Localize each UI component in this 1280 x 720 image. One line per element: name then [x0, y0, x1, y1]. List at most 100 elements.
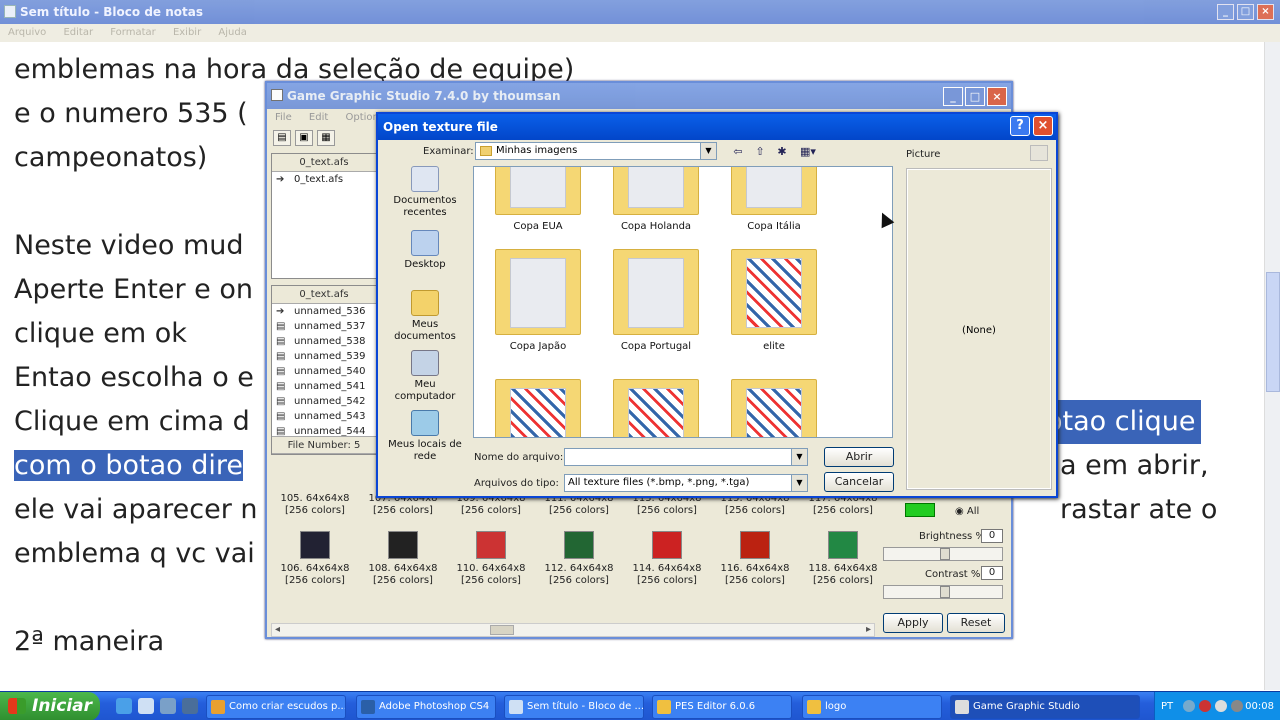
- taskbar-button[interactable]: Adobe Photoshop CS4: [356, 695, 496, 719]
- open-folder-icon[interactable]: ▤: [273, 130, 291, 146]
- preview-toggle-icon[interactable]: [1030, 145, 1048, 161]
- file-list-item[interactable]: ▤ unnamed_541: [272, 379, 376, 394]
- menu-formatar[interactable]: Formatar: [110, 27, 155, 38]
- all-radio[interactable]: ◉ All: [955, 506, 979, 517]
- network-icon[interactable]: [1183, 700, 1195, 712]
- new-folder-icon[interactable]: ✱: [774, 145, 790, 159]
- minimize-button[interactable]: _: [943, 87, 963, 106]
- quicklaunch-icon[interactable]: [182, 698, 198, 714]
- file-list-item[interactable]: ➔ unnamed_536: [272, 304, 376, 319]
- scroll-left-icon[interactable]: ◂: [275, 624, 280, 636]
- texture-thumbnail[interactable]: 112. 64x64x8 [256 colors]: [537, 531, 621, 587]
- filetype-select[interactable]: All texture files (*.bmp, *.png, *.tga) ▼: [564, 474, 808, 492]
- chevron-down-icon[interactable]: ▼: [791, 449, 807, 465]
- reset-button[interactable]: Reset: [947, 613, 1005, 633]
- media-icon[interactable]: [160, 698, 176, 714]
- place-my-computer[interactable]: Meu computador: [384, 350, 466, 403]
- texture-thumbnail[interactable]: 116. 64x64x8 [256 colors]: [713, 531, 797, 587]
- texture-thumbnail[interactable]: 105. 64x64x8 [256 colors]: [273, 461, 357, 517]
- file-list-item[interactable]: ▤ unnamed_542: [272, 394, 376, 409]
- menu-edit[interactable]: Edit: [309, 112, 328, 123]
- security-icon[interactable]: [1199, 700, 1211, 712]
- back-icon[interactable]: ⇦: [730, 145, 746, 159]
- brightness-input[interactable]: 0: [981, 529, 1003, 543]
- close-button[interactable]: ×: [1257, 4, 1274, 20]
- place-network[interactable]: Meus locais de rede: [384, 410, 466, 463]
- thumbnail-colors: [256 colors]: [813, 505, 873, 516]
- contrast-slider[interactable]: [883, 585, 1003, 599]
- menu-file[interactable]: File: [275, 112, 292, 123]
- folder-label: Copa Itália: [747, 221, 801, 232]
- show-desktop-icon[interactable]: [138, 698, 154, 714]
- tree-item[interactable]: ➔ 0_text.afs: [272, 172, 376, 187]
- taskbar-button[interactable]: logo: [802, 695, 942, 719]
- folder-item[interactable]: [606, 379, 706, 437]
- brightness-slider[interactable]: [883, 547, 1003, 561]
- contrast-input[interactable]: 0: [981, 566, 1003, 580]
- menu-exibir[interactable]: Exibir: [173, 27, 201, 38]
- folder-item[interactable]: Copa Holanda: [606, 167, 706, 232]
- taskbar-button[interactable]: PES Editor 6.0.6: [652, 695, 792, 719]
- scroll-thumb[interactable]: [1266, 272, 1280, 392]
- place-desktop[interactable]: Desktop: [384, 230, 466, 271]
- texture-thumbnail[interactable]: 108. 64x64x8 [256 colors]: [361, 531, 445, 587]
- thumbnail-colors: [256 colors]: [461, 505, 521, 516]
- menu-arquivo[interactable]: Arquivo: [8, 27, 46, 38]
- slider-knob[interactable]: [940, 548, 950, 560]
- file-list-item[interactable]: ▤ unnamed_537: [272, 319, 376, 334]
- file-list-item[interactable]: ▤ unnamed_540: [272, 364, 376, 379]
- maximize-button[interactable]: □: [1237, 4, 1254, 20]
- folder-item[interactable]: Copa Itália: [724, 167, 824, 232]
- scroll-right-icon[interactable]: ▸: [866, 624, 871, 636]
- file-list-item[interactable]: ▤ unnamed_538: [272, 334, 376, 349]
- place-recent[interactable]: Documentos recentes: [384, 166, 466, 219]
- thumbnail-hscrollbar[interactable]: ◂ ▸: [271, 623, 875, 637]
- texture-thumbnail[interactable]: 110. 64x64x8 [256 colors]: [449, 531, 533, 587]
- minimize-button[interactable]: _: [1217, 4, 1234, 20]
- chevron-down-icon[interactable]: ▼: [791, 475, 807, 491]
- slider-knob[interactable]: [940, 586, 950, 598]
- thumbnail-colors: [256 colors]: [461, 575, 521, 586]
- taskbar-button[interactable]: Sem título - Bloco de ...: [504, 695, 644, 719]
- menu-ajuda[interactable]: Ajuda: [218, 27, 246, 38]
- texture-thumbnail[interactable]: 118. 64x64x8 [256 colors]: [801, 531, 885, 587]
- file-list-item[interactable]: ▤ unnamed_543: [272, 409, 376, 424]
- open-button[interactable]: Abrir: [824, 447, 894, 467]
- close-button[interactable]: ×: [987, 87, 1007, 106]
- folder-item[interactable]: [724, 379, 824, 437]
- save-icon[interactable]: ▣: [295, 130, 313, 146]
- place-my-documents[interactable]: Meus documentos: [384, 290, 466, 343]
- texture-thumbnail[interactable]: 106. 64x64x8 [256 colors]: [273, 531, 357, 587]
- help-button[interactable]: ?: [1010, 116, 1030, 136]
- apply-button[interactable]: Apply: [883, 613, 943, 633]
- folder-item[interactable]: elite: [724, 249, 824, 352]
- taskbar-button[interactable]: Como criar escudos p...: [206, 695, 346, 719]
- folder-item[interactable]: Copa Portugal: [606, 249, 706, 352]
- ie-icon[interactable]: [116, 698, 132, 714]
- start-button[interactable]: Iniciar: [0, 692, 100, 720]
- view-menu-icon[interactable]: ▦▾: [796, 145, 820, 159]
- scroll-thumb[interactable]: [490, 625, 514, 635]
- volume-icon[interactable]: [1215, 700, 1227, 712]
- up-folder-icon[interactable]: ⇧: [752, 145, 768, 159]
- menu-editar[interactable]: Editar: [63, 27, 93, 38]
- file-list-item[interactable]: ▤ unnamed_539: [272, 349, 376, 364]
- chevron-down-icon[interactable]: ▼: [700, 143, 716, 159]
- cancel-button[interactable]: Cancelar: [824, 472, 894, 492]
- grid-icon[interactable]: ▦: [317, 130, 335, 146]
- folder-item[interactable]: Copa EUA: [488, 167, 588, 232]
- tray-icon[interactable]: [1231, 700, 1243, 712]
- language-indicator[interactable]: PT: [1161, 692, 1173, 720]
- app-icon: [657, 700, 671, 714]
- texture-thumbnail[interactable]: 114. 64x64x8 [256 colors]: [625, 531, 709, 587]
- color-swatch[interactable]: [905, 503, 935, 517]
- maximize-button[interactable]: □: [965, 87, 985, 106]
- filename-input[interactable]: ▼: [564, 448, 808, 466]
- taskbar-button[interactable]: Game Graphic Studio: [950, 695, 1140, 719]
- thumbnail-colors: [256 colors]: [285, 575, 345, 586]
- close-button[interactable]: ×: [1033, 116, 1053, 136]
- lookin-select[interactable]: Minhas imagens ▼: [475, 142, 717, 160]
- folder-item[interactable]: [488, 379, 588, 437]
- notepad-vertical-scrollbar[interactable]: [1264, 42, 1280, 690]
- folder-item[interactable]: Copa Japão: [488, 249, 588, 352]
